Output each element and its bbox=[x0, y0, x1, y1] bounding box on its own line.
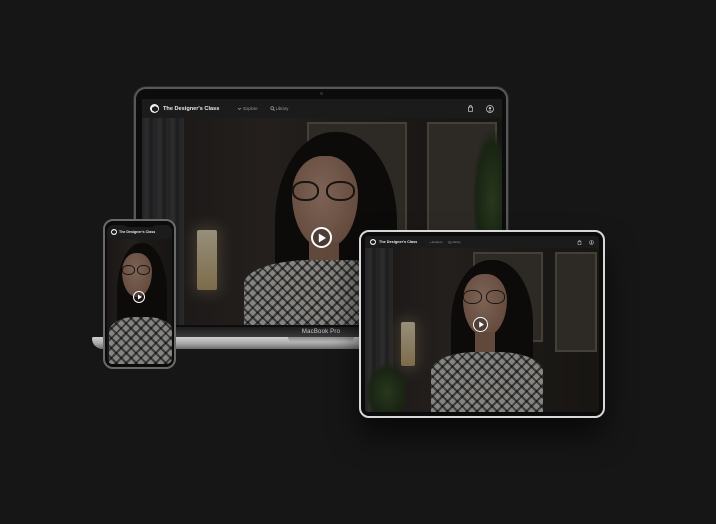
laptop-notch bbox=[288, 337, 354, 342]
tablet-screen: The Designer's Class Explore Library bbox=[365, 236, 599, 412]
app-header: The Designer's Class bbox=[107, 225, 172, 239]
designers-class-logo-icon bbox=[150, 104, 159, 113]
user-icon[interactable] bbox=[589, 239, 594, 245]
designers-class-logo-icon bbox=[111, 229, 117, 235]
brand-name: The Designer's Class bbox=[163, 105, 220, 112]
brand[interactable]: The Designer's Class bbox=[111, 229, 155, 235]
brand[interactable]: The Designer's Class bbox=[370, 239, 417, 245]
video-player[interactable] bbox=[365, 248, 599, 412]
user-icon[interactable] bbox=[486, 104, 494, 113]
phone-notch bbox=[124, 222, 155, 227]
chevron-down-icon bbox=[238, 107, 242, 111]
device-mockup-stage: The Designer's Class Explore Library Mac… bbox=[0, 0, 716, 524]
shopping-bag-icon[interactable] bbox=[577, 239, 582, 245]
phone-screen: The Designer's Class bbox=[107, 225, 172, 364]
play-button[interactable] bbox=[311, 227, 332, 248]
app-header: The Designer's Class Explore Library bbox=[142, 99, 502, 118]
laptop-camera bbox=[320, 92, 323, 95]
header-actions bbox=[577, 239, 594, 245]
play-button[interactable] bbox=[473, 317, 488, 332]
designers-class-logo-icon bbox=[370, 239, 376, 245]
nav-explore-label: Explore bbox=[243, 106, 258, 111]
nav-explore[interactable]: Explore bbox=[237, 106, 258, 111]
nav-library[interactable]: Library bbox=[269, 106, 289, 111]
nav-library-label: Library bbox=[451, 240, 461, 244]
shopping-bag-icon[interactable] bbox=[467, 105, 474, 112]
nav-library-label: Library bbox=[275, 106, 289, 111]
brand[interactable]: The Designer's Class bbox=[150, 104, 219, 113]
play-button[interactable] bbox=[133, 291, 145, 303]
video-player[interactable] bbox=[107, 239, 172, 364]
laptop-model-label: MacBook Pro bbox=[301, 329, 341, 335]
nav-explore-label: Explore bbox=[432, 240, 443, 244]
main-nav: Explore Library bbox=[429, 240, 461, 244]
nav-library[interactable]: Library bbox=[448, 240, 461, 244]
brand-name: The Designer's Class bbox=[119, 230, 156, 234]
header-actions bbox=[467, 104, 494, 113]
play-icon bbox=[478, 321, 484, 328]
play-icon bbox=[318, 233, 326, 242]
search-icon bbox=[269, 106, 275, 111]
main-nav: Explore Library bbox=[237, 106, 288, 111]
play-icon bbox=[137, 294, 142, 300]
brand-name: The Designer's Class bbox=[379, 240, 418, 244]
nav-explore[interactable]: Explore bbox=[429, 240, 442, 244]
app-header: The Designer's Class Explore Library bbox=[365, 236, 599, 248]
